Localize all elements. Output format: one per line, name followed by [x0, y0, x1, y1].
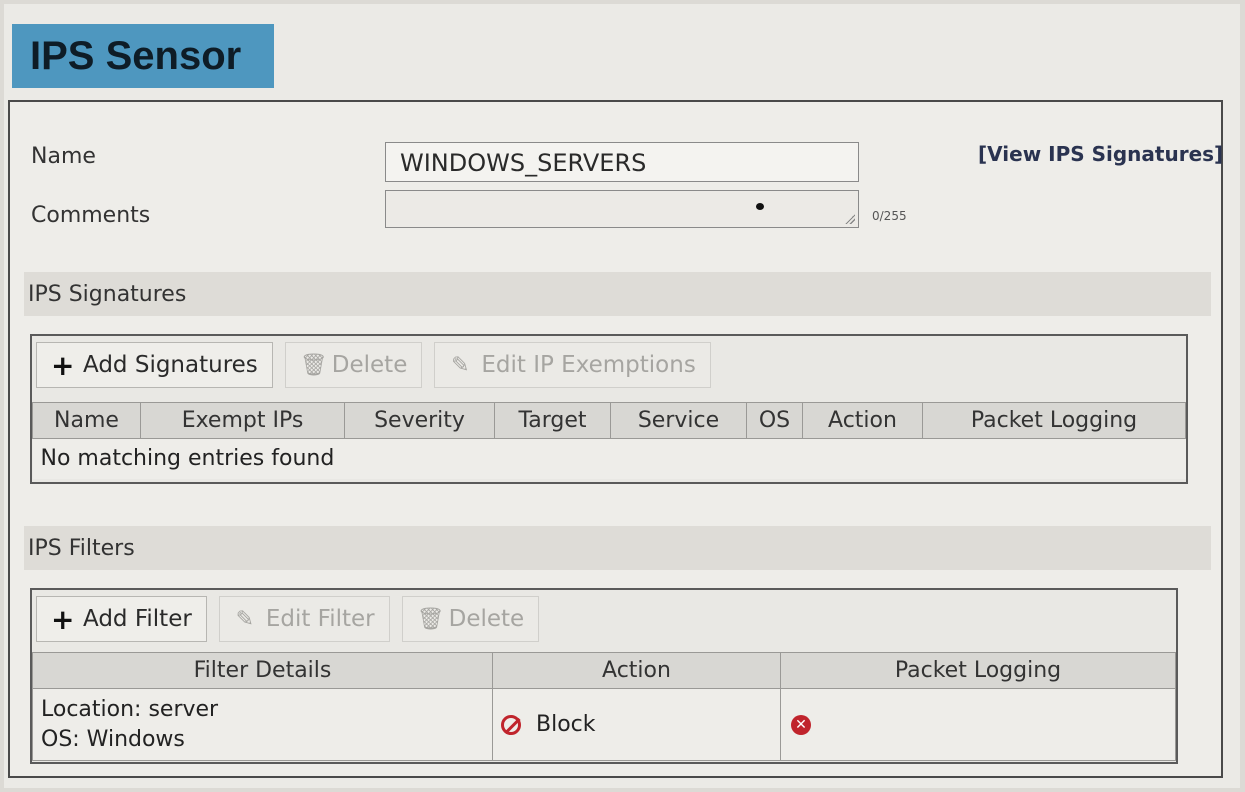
column-header-os[interactable]: OS [746, 402, 803, 439]
page-title: IPS Sensor [30, 33, 242, 78]
ips-filters-title: IPS Filters [28, 535, 135, 561]
table-row[interactable]: Location: server OS: Windows Block ✕ [32, 688, 1176, 761]
column-header-service[interactable]: Service [610, 402, 747, 439]
filters-header-row: Filter Details Action Packet Logging [32, 652, 1176, 689]
trash-icon: 🗑 [299, 352, 328, 378]
ips-signatures-section-header: IPS Signatures [24, 272, 1211, 316]
delete-filter-label: Delete [448, 606, 525, 632]
filter-location: Location: server [41, 696, 219, 722]
edit-filter-label: Edit Filter [265, 606, 375, 632]
empty-message: No matching entries found [32, 438, 1186, 479]
mouse-cursor [756, 203, 764, 210]
add-filter-label: Add Filter [83, 606, 192, 632]
comments-textarea[interactable] [385, 190, 859, 228]
plus-icon: + [51, 602, 75, 636]
column-header-filter-details[interactable]: Filter Details [32, 652, 493, 689]
block-icon [501, 714, 521, 735]
comments-char-counter: 0/255 [872, 209, 907, 223]
ips-signatures-box: + Add Signatures 🗑 Delete ✎ Edit IP Exem… [30, 334, 1188, 484]
add-signatures-button[interactable]: + Add Signatures [36, 342, 273, 388]
filter-os: OS: Windows [41, 726, 185, 752]
column-header-action[interactable]: Action [492, 652, 781, 689]
comments-label: Comments [31, 203, 151, 228]
table-row: No matching entries found [32, 438, 1186, 479]
edit-ip-exemptions-label: Edit IP Exemptions [481, 352, 696, 378]
name-input[interactable]: WINDOWS_SERVERS [385, 142, 859, 182]
signatures-table: Name Exempt IPs Severity Target Service … [32, 402, 1186, 479]
pencil-icon: ✎ [451, 352, 470, 378]
add-signatures-label: Add Signatures [83, 352, 258, 378]
delete-signature-label: Delete [331, 352, 408, 378]
plus-icon: + [51, 348, 75, 382]
column-header-severity[interactable]: Severity [344, 402, 495, 439]
trash-icon: 🗑 [416, 606, 445, 632]
filter-action-cell: Block [492, 688, 781, 761]
edit-ip-exemptions-button[interactable]: ✎ Edit IP Exemptions [434, 342, 711, 388]
column-header-action[interactable]: Action [802, 402, 923, 439]
ips-filters-box: + Add Filter ✎ Edit Filter 🗑 Delete Filt… [30, 588, 1178, 764]
column-header-target[interactable]: Target [494, 402, 611, 439]
add-filter-button[interactable]: + Add Filter [36, 596, 207, 642]
filters-toolbar: + Add Filter ✎ Edit Filter 🗑 Delete [36, 596, 540, 642]
filter-action-label: Block [536, 712, 596, 738]
resize-grip-icon[interactable] [845, 214, 855, 224]
column-header-packet-logging[interactable]: Packet Logging [922, 402, 1186, 439]
column-header-name[interactable]: Name [32, 402, 141, 439]
filter-details-cell: Location: server OS: Windows [32, 688, 493, 761]
ips-filters-section-header: IPS Filters [24, 526, 1211, 570]
ips-signatures-title: IPS Signatures [28, 281, 187, 307]
delete-filter-button[interactable]: 🗑 Delete [401, 596, 540, 642]
signatures-toolbar: + Add Signatures 🗑 Delete ✎ Edit IP Exem… [36, 342, 711, 388]
name-label: Name [31, 144, 96, 169]
filters-table: Filter Details Action Packet Logging Loc… [32, 652, 1176, 761]
disabled-x-icon: ✕ [791, 715, 811, 735]
edit-filter-button[interactable]: ✎ Edit Filter [218, 596, 390, 642]
pencil-icon: ✎ [235, 606, 255, 632]
page-title-tab: IPS Sensor [12, 24, 274, 88]
view-ips-signatures-link[interactable]: [View IPS Signatures] [978, 142, 1223, 166]
signatures-header-row: Name Exempt IPs Severity Target Service … [32, 402, 1186, 439]
column-header-packet-logging[interactable]: Packet Logging [780, 652, 1176, 689]
delete-signature-button[interactable]: 🗑 Delete [284, 342, 423, 388]
column-header-exempt-ips[interactable]: Exempt IPs [140, 402, 345, 439]
filter-packet-logging-cell: ✕ [780, 688, 1176, 761]
